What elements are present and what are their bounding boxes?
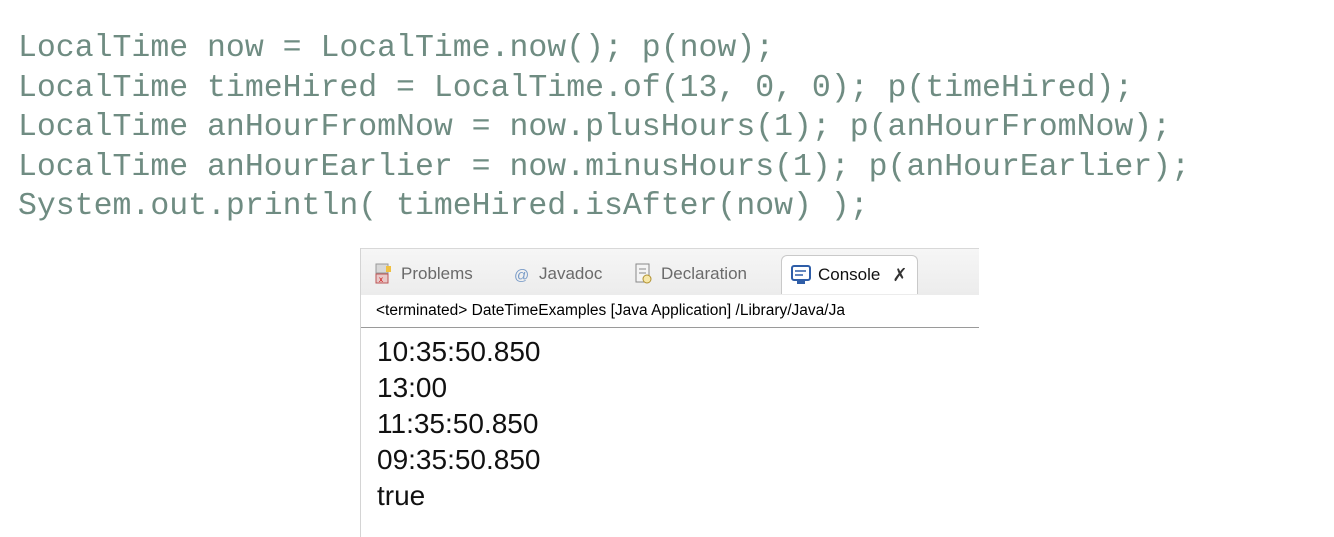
panel-tab-bar: x Problems @ Javadoc Declaration Console…	[361, 248, 979, 295]
svg-text:x: x	[379, 275, 383, 284]
console-icon	[790, 263, 812, 287]
console-output: 10:35:50.850 13:00 11:35:50.850 09:35:50…	[377, 334, 541, 514]
at-icon: @	[511, 262, 533, 286]
output-line: 11:35:50.850	[377, 408, 539, 439]
declaration-icon	[633, 262, 655, 286]
code-line: LocalTime anHourEarlier = now.minusHours…	[18, 149, 1190, 185]
output-line: 13:00	[377, 372, 448, 403]
tab-label: Problems	[401, 264, 473, 283]
code-line: System.out.println( timeHired.isAfter(no…	[18, 189, 869, 224]
tab-problems[interactable]: x Problems	[373, 259, 473, 289]
console-status-line: <terminated> DateTimeExamples [Java Appl…	[361, 294, 979, 328]
console-panel: x Problems @ Javadoc Declaration Console…	[360, 248, 979, 537]
output-line: 09:35:50.850	[377, 444, 541, 475]
problems-icon: x	[373, 262, 395, 286]
code-snippet: LocalTime now = LocalTime.now(); p(now);…	[18, 29, 1190, 227]
tab-label: Javadoc	[539, 264, 603, 283]
tab-label: Declaration	[661, 264, 747, 283]
tab-console[interactable]: Console ✗	[781, 255, 919, 294]
code-line: LocalTime timeHired = LocalTime.of(13, 0…	[18, 70, 1134, 106]
tab-declaration[interactable]: Declaration	[633, 259, 747, 289]
output-line: true	[377, 480, 426, 511]
tab-label: Console	[818, 265, 881, 284]
tab-javadoc[interactable]: @ Javadoc	[511, 259, 602, 289]
code-line: LocalTime now = LocalTime.now(); p(now);	[18, 31, 775, 66]
svg-text:@: @	[514, 267, 529, 284]
output-line: 10:35:50.850	[377, 336, 541, 367]
close-tab-icon[interactable]: ✗	[892, 265, 907, 286]
code-line: LocalTime anHourFromNow = now.plusHours(…	[18, 110, 1172, 145]
